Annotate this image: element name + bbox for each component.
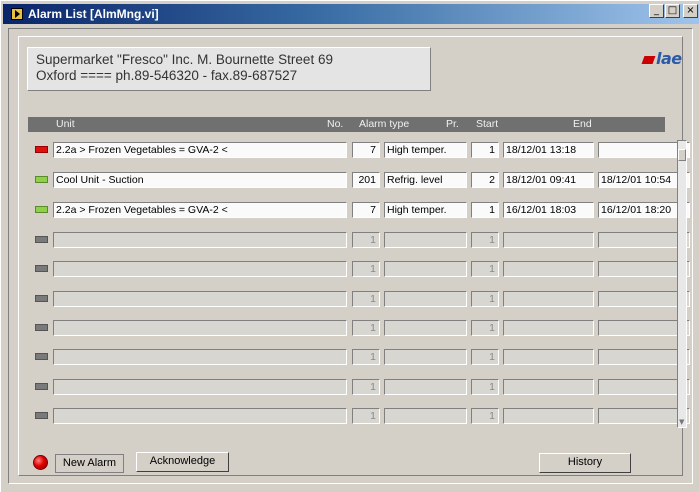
- table-row[interactable]: 2.2a > Frozen Vegetables = GVA-2 < 7 High …: [28, 140, 690, 159]
- priority-cell: 1: [471, 232, 499, 248]
- alarm-number-cell: 1: [352, 408, 380, 424]
- alarm-status-led: [35, 176, 48, 183]
- column-header-start: Start: [476, 118, 499, 130]
- scroll-down-arrow-icon[interactable]: ▼: [679, 418, 684, 426]
- alarm-status-led: [35, 353, 48, 360]
- table-row[interactable]: 11: [28, 318, 690, 337]
- priority-cell: 1: [471, 261, 499, 277]
- unit-cell: [53, 291, 347, 307]
- unit-cell: [53, 232, 347, 248]
- unit-cell: [53, 408, 347, 424]
- unit-cell: [53, 379, 347, 395]
- alarm-number-cell: 7: [352, 202, 380, 218]
- unit-cell: Cool Unit - Suction: [53, 172, 347, 188]
- app-icon: [11, 8, 23, 20]
- column-header-end: End: [573, 118, 592, 130]
- alarm-status-led: [35, 324, 48, 331]
- column-header-priority: Pr.: [446, 118, 459, 130]
- alarm-list-window: Alarm List [AlmMng.vi] _ □ × Supermarket…: [0, 0, 699, 492]
- alarm-type-cell: [384, 232, 467, 248]
- alarm-status-led: [35, 295, 48, 302]
- unit-cell: [53, 349, 347, 365]
- priority-cell: 1: [471, 349, 499, 365]
- table-row[interactable]: 11: [28, 259, 690, 278]
- alarm-type-cell: [384, 261, 467, 277]
- start-time-cell: [503, 320, 594, 336]
- maximize-button[interactable]: □: [665, 4, 680, 18]
- alarm-type-cell: [384, 379, 467, 395]
- alarm-type-cell: Refrig. level: [384, 172, 467, 188]
- new-alarm-button[interactable]: New Alarm: [55, 454, 124, 473]
- alarm-type-cell: [384, 320, 467, 336]
- window-title: Alarm List [AlmMng.vi]: [28, 7, 159, 21]
- table-row[interactable]: 11: [28, 289, 690, 308]
- alarm-status-led: [35, 206, 48, 213]
- company-address-line-1: Supermarket "Fresco" Inc. M. Bournette S…: [36, 52, 333, 67]
- alarm-number-cell: 1: [352, 291, 380, 307]
- alarm-number-cell: 1: [352, 379, 380, 395]
- alarm-number-cell: 7: [352, 142, 380, 158]
- unit-cell: 2.2a > Frozen Vegetables = GVA-2 <: [53, 142, 347, 158]
- start-time-cell: [503, 408, 594, 424]
- alarm-type-cell: [384, 291, 467, 307]
- alarm-type-cell: [384, 408, 467, 424]
- table-row[interactable]: Cool Unit - Suction 201 Refrig. level 2 18/1…: [28, 170, 690, 189]
- start-time-cell: 18/12/01 09:41: [503, 172, 594, 188]
- minimize-button[interactable]: _: [649, 4, 664, 18]
- table-row[interactable]: 11: [28, 377, 690, 396]
- priority-cell: 1: [471, 291, 499, 307]
- company-address-line-2: Oxford ==== ph.89-546320 - fax.89-687527: [36, 68, 298, 83]
- unit-cell: [53, 320, 347, 336]
- alarm-list-scrollbar[interactable]: ▼: [677, 140, 687, 428]
- acknowledge-button[interactable]: Acknowledge: [136, 452, 229, 472]
- start-time-cell: 18/12/01 13:18: [503, 142, 594, 158]
- table-row[interactable]: 11: [28, 230, 690, 249]
- alarm-number-cell: 1: [352, 261, 380, 277]
- alarm-type-cell: [384, 349, 467, 365]
- priority-cell: 1: [471, 320, 499, 336]
- start-time-cell: [503, 232, 594, 248]
- alarm-status-led: [35, 383, 48, 390]
- new-alarm-indicator-led: [33, 455, 48, 470]
- priority-cell: 1: [471, 408, 499, 424]
- alarm-status-led: [35, 236, 48, 243]
- alarm-type-cell: High temper.: [384, 202, 467, 218]
- logo-text: lae: [656, 49, 682, 68]
- column-header-unit: Unit: [56, 118, 75, 130]
- unit-cell: [53, 261, 347, 277]
- alarm-status-led: [35, 146, 48, 153]
- alarm-number-cell: 1: [352, 320, 380, 336]
- priority-cell: 2: [471, 172, 499, 188]
- start-time-cell: [503, 291, 594, 307]
- start-time-cell: [503, 261, 594, 277]
- priority-cell: 1: [471, 142, 499, 158]
- start-time-cell: 16/12/01 18:03: [503, 202, 594, 218]
- company-info: Supermarket "Fresco" Inc. M. Bournette S…: [27, 47, 431, 91]
- alarm-table-header: Unit No. Alarm type Pr. Start End: [28, 117, 665, 132]
- table-row[interactable]: 2.2a > Frozen Vegetables = GVA-2 < 7 High …: [28, 200, 690, 219]
- history-button[interactable]: History: [539, 453, 631, 473]
- title-bar[interactable]: Alarm List [AlmMng.vi]: [3, 4, 699, 24]
- close-button[interactable]: ×: [683, 4, 698, 18]
- priority-cell: 1: [471, 202, 499, 218]
- alarm-number-cell: 1: [352, 232, 380, 248]
- alarm-number-cell: 1: [352, 349, 380, 365]
- unit-cell: 2.2a > Frozen Vegetables = GVA-2 <: [53, 202, 347, 218]
- start-time-cell: [503, 379, 594, 395]
- alarm-status-led: [35, 265, 48, 272]
- table-row[interactable]: 11: [28, 347, 690, 366]
- alarm-number-cell: 201: [352, 172, 380, 188]
- priority-cell: 1: [471, 379, 499, 395]
- start-time-cell: [503, 349, 594, 365]
- table-row[interactable]: 11: [28, 406, 690, 425]
- column-header-no: No.: [327, 118, 344, 130]
- alarm-type-cell: High temper.: [384, 142, 467, 158]
- column-header-alarm-type: Alarm type: [359, 118, 410, 130]
- scrollbar-thumb[interactable]: [678, 149, 686, 161]
- alarm-status-led: [35, 412, 48, 419]
